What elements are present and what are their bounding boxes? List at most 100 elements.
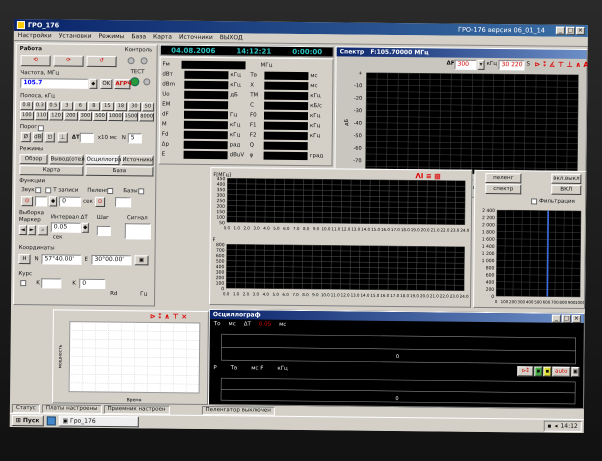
freq-input[interactable]: 105.7 (20, 78, 89, 89)
porog-dt-input[interactable] (79, 132, 94, 143)
porog-button-3[interactable]: ⊡ (44, 132, 55, 143)
t-zapisi-checkbox[interactable] (45, 187, 52, 194)
zvuk-checkbox[interactable] (35, 187, 42, 194)
band-button[interactable]: 18 (114, 102, 128, 112)
waterfall-xtick: 8.0 (302, 292, 309, 297)
marker-next-button[interactable]: ► (27, 225, 36, 236)
band-button[interactable]: 500 (93, 111, 107, 121)
porog-button-db[interactable]: Ø (20, 132, 31, 143)
spectrum-df-spin[interactable]: ▾ (477, 59, 485, 70)
porog-checkbox[interactable] (37, 125, 44, 132)
param-unit: мс (310, 83, 318, 90)
band-button[interactable]: 8 (87, 101, 101, 111)
menu-map[interactable]: Карта (153, 33, 172, 40)
baza-checkbox[interactable] (138, 188, 145, 195)
agc-button[interactable]: АГРЧ (114, 79, 132, 90)
func-button-1[interactable]: ⊙ (21, 196, 34, 207)
band-button[interactable]: 110 (34, 111, 49, 121)
spectrum-toolbar-icons[interactable]: ⊳ ⁑ ∡ ⊤ ⊥ ∧ A (535, 60, 588, 69)
taskbar-app-button[interactable]: ▣ Гро_176 (58, 415, 139, 428)
peleng-button[interactable]: пеленг (485, 172, 522, 184)
marker-search-button[interactable]: ⌕ (37, 225, 48, 236)
onoff-button[interactable]: вкл.выкл (551, 173, 582, 184)
mode-sources-button[interactable]: Источники (121, 155, 154, 166)
kurs-checkbox[interactable] (20, 280, 27, 287)
func-spin-1[interactable]: ◆ (49, 196, 58, 207)
band-button[interactable]: 0.3 (33, 101, 47, 111)
band-button[interactable]: 6 (74, 101, 87, 111)
interval-spin[interactable]: ◆ (81, 222, 89, 233)
band-button[interactable]: 200 (63, 111, 78, 121)
osc-tool-2[interactable]: ▪ (534, 366, 543, 377)
band-button[interactable]: 120 (49, 111, 63, 121)
start-button[interactable]: ⟲ (20, 55, 51, 67)
start-menu-button[interactable]: ⊞ Пуск (11, 414, 44, 427)
spectrum-df-input[interactable]: 300 (454, 59, 477, 70)
mode-base-button[interactable]: База (85, 165, 154, 177)
menu-base[interactable]: База (131, 33, 146, 40)
band-button[interactable]: 30 (128, 102, 141, 112)
mode-vyvod-button[interactable]: Вывод(отел) (49, 154, 87, 165)
band-button[interactable]: 1000 (107, 111, 123, 122)
waterfall-xtick: 13.0 (351, 293, 360, 298)
menu-installs[interactable]: Установки (59, 32, 92, 39)
interval-input[interactable]: 0.05 (50, 222, 81, 233)
minimize-button[interactable]: _ (555, 26, 565, 35)
func-button-2[interactable]: ⊙ (95, 196, 106, 207)
func-input-1[interactable] (35, 196, 48, 207)
vkl-button[interactable]: ВКЛ (551, 184, 582, 195)
porog-n-input[interactable]: 5 (127, 133, 142, 144)
band-button[interactable]: 50 (141, 102, 155, 112)
tray-sound-icon[interactable]: ◂ (554, 423, 557, 430)
band-button[interactable]: 300 (78, 111, 93, 121)
osc-close-button[interactable]: × (571, 314, 581, 323)
porog-button-2[interactable]: dB (32, 132, 43, 143)
spectrum-ytick: -40 (354, 121, 362, 127)
band-button[interactable]: 3 (60, 101, 74, 111)
coord-e-input[interactable]: 30°00.00' (91, 254, 132, 266)
spectrum-span-input[interactable]: 30 220 (498, 60, 525, 71)
osc-tool-1[interactable]: ⊳⁑ (517, 366, 534, 377)
osc-tool-3[interactable]: ▪ (543, 366, 552, 377)
band-button[interactable]: 0.5 (47, 101, 60, 111)
menu-sources[interactable]: Источники (179, 34, 213, 41)
refresh-button[interactable]: ⟳ (53, 55, 84, 67)
porog-button-4[interactable]: ⊥ (57, 132, 68, 143)
kurs-input-1[interactable] (41, 278, 62, 289)
func-input-2[interactable]: 0 (59, 196, 82, 207)
param-unit: кГц (230, 72, 241, 79)
func-input-3[interactable] (115, 197, 132, 208)
maximize-button[interactable]: □ (565, 26, 575, 35)
spektr-button[interactable]: спектр (485, 183, 522, 195)
band-button[interactable]: 100 (19, 111, 34, 121)
coord-button[interactable]: H (18, 254, 31, 265)
marker-prev-button[interactable]: ◄ (18, 225, 27, 236)
ok-button[interactable]: OK (100, 78, 113, 90)
shag-input[interactable] (96, 225, 111, 237)
close-button[interactable]: × (575, 26, 585, 35)
band-button[interactable]: 8000 (139, 112, 155, 122)
band-button[interactable]: 0.8 (20, 101, 33, 111)
osc-mode-select[interactable]: auto (552, 366, 571, 377)
band-button[interactable]: 1500 (123, 112, 139, 122)
freq-spin[interactable]: ◆ (89, 78, 98, 89)
coord-n-input[interactable]: 57°40.00' (41, 254, 82, 265)
reset-button[interactable]: ↺ (86, 55, 117, 68)
mode-map-button[interactable]: Карта (19, 165, 84, 176)
filtration-checkbox[interactable] (531, 198, 538, 205)
menu-modes[interactable]: Режимы (98, 33, 124, 40)
kurs-input-2[interactable]: 0 (79, 278, 106, 289)
tray-network-icon[interactable]: ▪ (547, 423, 551, 430)
osc-tool-5[interactable]: ▣ (571, 366, 580, 377)
peleng-checkbox[interactable] (107, 187, 114, 195)
menu-settings[interactable]: Настройки (18, 32, 52, 39)
coord-apply-button[interactable]: ▣ (134, 255, 149, 266)
osc-minimize-button[interactable]: _ (551, 314, 561, 323)
band-button[interactable]: 15 (101, 101, 114, 112)
menu-exit[interactable]: ВЫХОД (220, 34, 243, 41)
quicklaunch-icon[interactable] (46, 416, 56, 426)
param-name: dВт (162, 71, 173, 78)
osc-maximize-button[interactable]: □ (561, 314, 571, 323)
mode-oscillograph-button[interactable]: Осциллограф (85, 154, 126, 166)
mode-obzor-button[interactable]: Обзор (19, 154, 48, 165)
